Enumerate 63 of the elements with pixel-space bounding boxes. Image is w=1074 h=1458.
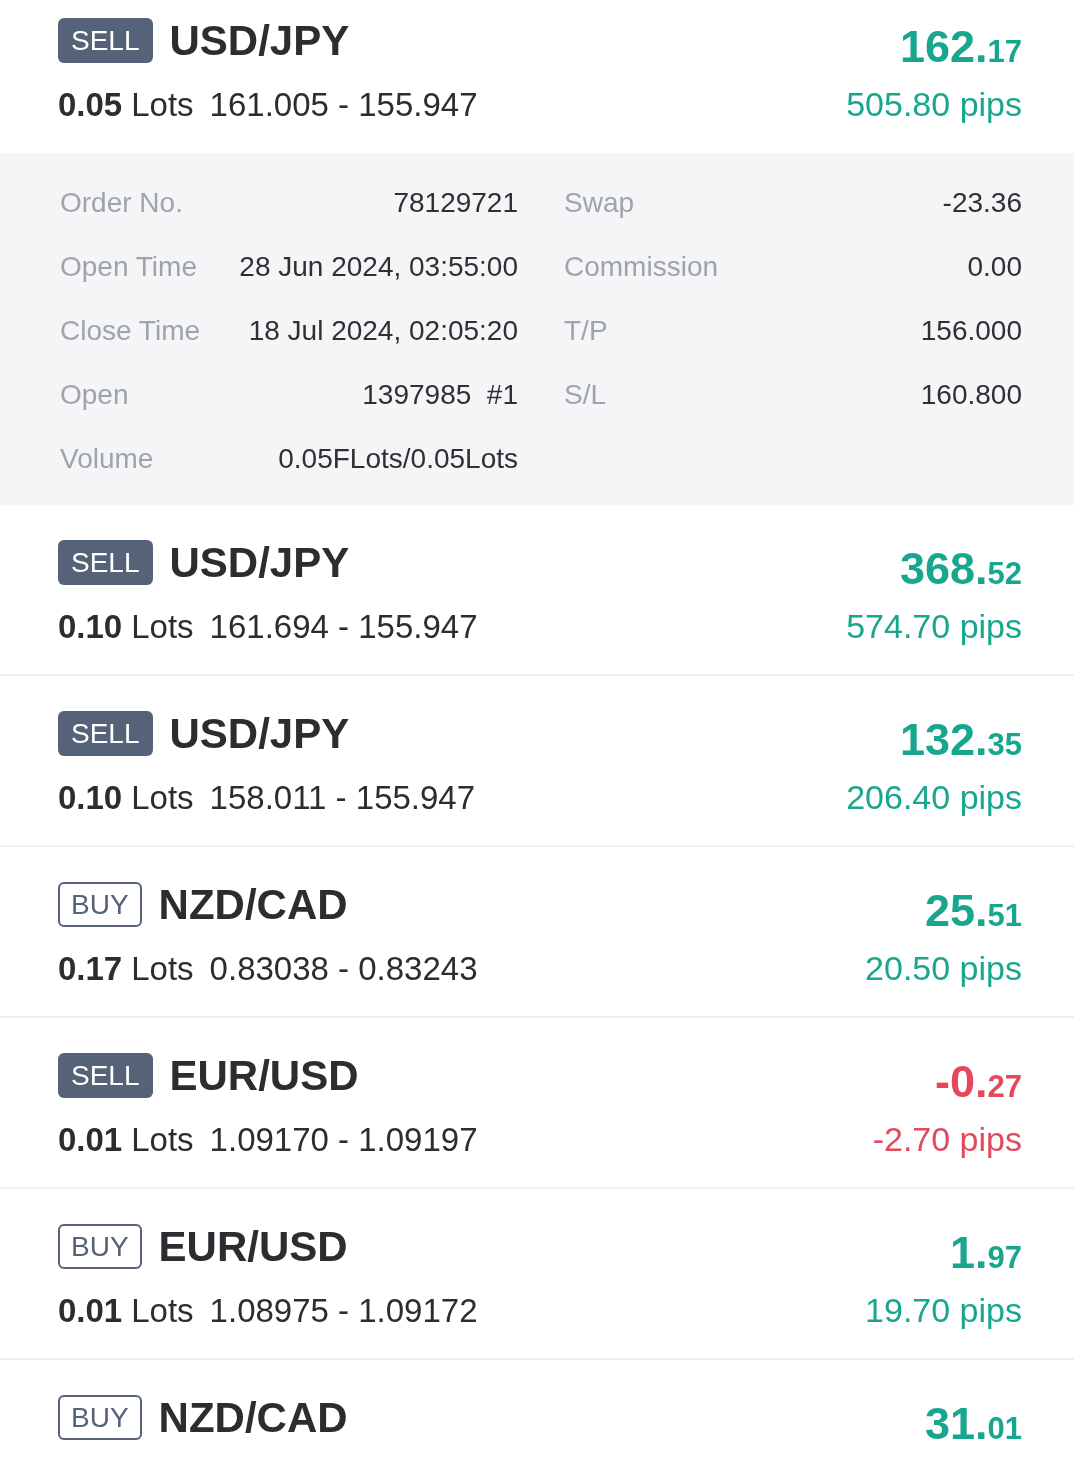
lot-unit: Lots xyxy=(131,778,194,818)
detail-value: 160.800 xyxy=(920,378,1022,412)
detail-label: Order No. xyxy=(60,186,183,220)
pips-change: 505.80 pips xyxy=(846,84,1022,124)
price-range: 1.08975 - 1.09172 xyxy=(209,1291,478,1331)
lot-size: 0.10 xyxy=(58,778,123,818)
trade-side-badge: BUY xyxy=(58,882,142,927)
price-range: 161.005 - 155.947 xyxy=(209,85,478,125)
pips-change: 19.70 pips xyxy=(865,1290,1022,1330)
lot-unit: Lots xyxy=(131,1291,194,1331)
detail-value: 1397985 #1 xyxy=(362,378,518,412)
detail-label: Swap xyxy=(564,186,635,220)
price-range: 0.83038 - 0.83243 xyxy=(209,949,478,989)
trade-side-badge: SELL xyxy=(58,1053,153,1098)
profit-amount: 162.17 xyxy=(899,22,1022,72)
detail-label: S/L xyxy=(564,378,607,412)
currency-pair: USD/JPY xyxy=(169,712,350,755)
detail-value: 78129721 xyxy=(393,186,518,220)
detail-label: Open Time xyxy=(60,250,197,284)
detail-value: 156.000 xyxy=(920,314,1022,348)
lot-unit: Lots xyxy=(131,1120,194,1160)
price-range: 158.011 - 155.947 xyxy=(209,778,476,818)
detail-label: Volume xyxy=(60,442,154,476)
lot-size: 0.17 xyxy=(58,949,123,989)
lot-size: 0.01 xyxy=(58,1291,123,1331)
pips-change: 574.70 pips xyxy=(846,606,1022,646)
price-range: 1.09170 - 1.09197 xyxy=(209,1120,478,1160)
lot-unit: Lots xyxy=(131,607,194,647)
lot-size: 0.05 xyxy=(58,85,123,125)
detail-label: Open xyxy=(60,378,129,412)
trade-side-badge: SELL xyxy=(58,540,153,585)
detail-label: Commission xyxy=(564,250,719,284)
currency-pair: USD/JPY xyxy=(169,19,350,62)
lot-size: 0.01 xyxy=(58,1120,123,1160)
currency-pair: NZD/CAD xyxy=(158,883,348,926)
currency-pair: USD/JPY xyxy=(169,541,350,584)
detail-label: T/P xyxy=(564,314,608,348)
detail-value: 0.05FLots/0.05Lots xyxy=(278,442,518,476)
lot-size: 0.10 xyxy=(58,607,123,647)
trade-side-badge: SELL xyxy=(58,711,153,756)
profit-amount: -0.27 xyxy=(935,1057,1022,1107)
profit-amount: 132.35 xyxy=(899,715,1022,765)
detail-value: 0.00 xyxy=(967,250,1022,284)
pips-change: 20.50 pips xyxy=(865,948,1022,988)
currency-pair: NZD/CAD xyxy=(158,1396,348,1439)
trade-side-badge: SELL xyxy=(58,18,153,63)
currency-pair: EUR/USD xyxy=(169,1054,359,1097)
lot-unit: Lots xyxy=(131,949,194,989)
lot-unit: Lots xyxy=(131,85,194,125)
pips-change: -2.70 pips xyxy=(872,1119,1022,1159)
currency-pair: EUR/USD xyxy=(158,1225,348,1268)
price-range: 161.694 - 155.947 xyxy=(209,607,478,647)
trade-side-badge: BUY xyxy=(58,1395,142,1440)
detail-value: -23.36 xyxy=(942,186,1022,220)
profit-amount: 25.51 xyxy=(924,886,1022,936)
profit-amount: 368.52 xyxy=(899,544,1022,594)
detail-value: 28 Jun 2024, 03:55:00 xyxy=(239,250,518,284)
trade-side-badge: BUY xyxy=(58,1224,142,1269)
profit-amount: 31.01 xyxy=(924,1399,1022,1449)
profit-amount: 1.97 xyxy=(950,1228,1022,1278)
pips-change: 206.40 pips xyxy=(846,777,1022,817)
detail-label: Close Time xyxy=(60,314,201,348)
detail-value: 18 Jul 2024, 02:05:20 xyxy=(248,314,518,348)
